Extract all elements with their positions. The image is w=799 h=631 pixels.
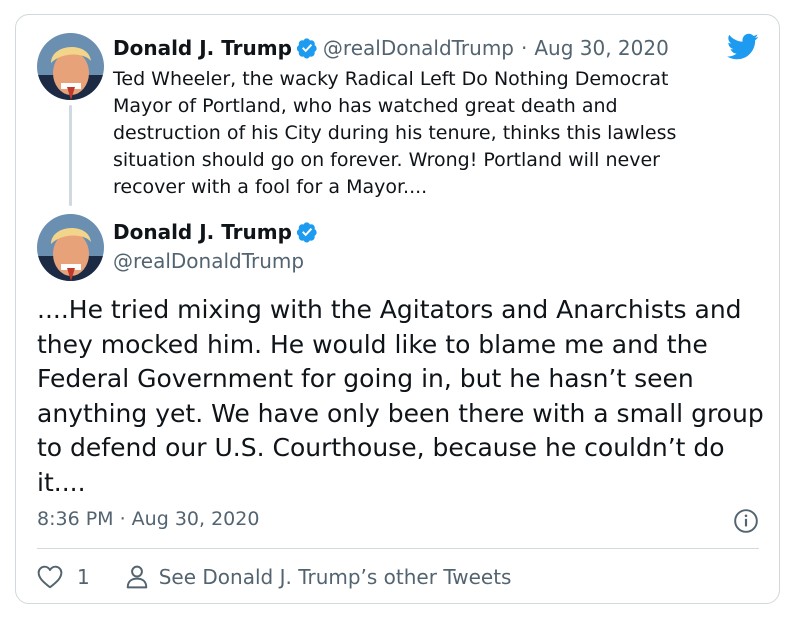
avatar[interactable]: [37, 33, 104, 100]
heart-icon[interactable]: [37, 565, 63, 589]
tweet-timestamp[interactable]: 8:36 PM · Aug 30, 2020: [37, 508, 259, 530]
quoted-tweet-text: Ted Wheeler, the wacky Radical Left Do N…: [113, 68, 677, 198]
thread-connector: [69, 105, 72, 206]
author-handle[interactable]: @realDonaldTrump: [113, 249, 304, 273]
avatar[interactable]: [37, 214, 104, 281]
quoted-tweet-date[interactable]: Aug 30, 2020: [534, 36, 668, 60]
action-bar: 1 See Donald J. Trump’s other Tweets: [37, 565, 511, 589]
tweet-author: Donald J. Trump: [113, 220, 323, 244]
twitter-bird-icon[interactable]: [727, 33, 759, 61]
like-count[interactable]: 1: [77, 565, 90, 589]
separator-dot: ·: [521, 36, 528, 60]
tweet-text: ....He tried mixing with the Agitators a…: [37, 295, 764, 497]
divider: [37, 548, 759, 549]
see-other-tweets-link[interactable]: See Donald J. Trump’s other Tweets: [159, 565, 512, 589]
verified-badge-icon: [296, 38, 317, 59]
author-handle[interactable]: @realDonaldTrump: [323, 36, 514, 60]
verified-badge-icon: [296, 222, 317, 243]
author-name[interactable]: Donald J. Trump: [113, 220, 292, 244]
info-icon[interactable]: [733, 508, 759, 534]
person-icon: [126, 565, 147, 589]
quoted-tweet-header: Donald J. Trump @realDonaldTrump · Aug 3…: [113, 36, 669, 60]
author-name[interactable]: Donald J. Trump: [113, 36, 292, 60]
